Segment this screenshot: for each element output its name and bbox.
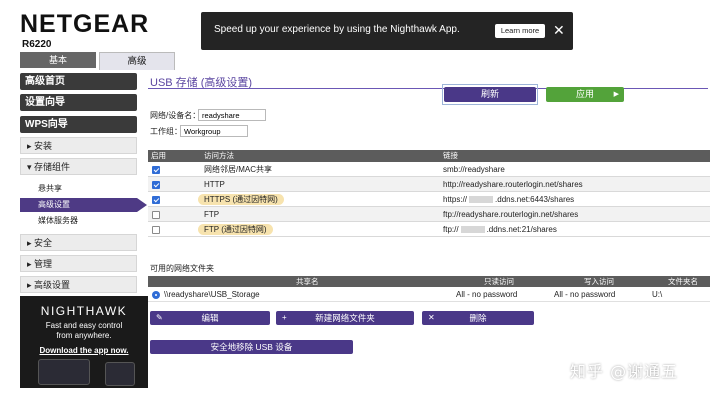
link-prefix: https:// [443, 195, 468, 204]
play-arrow-icon: ▶ [613, 91, 619, 98]
sidebar-section-storage[interactable]: ▾ 存储组件 [20, 158, 137, 175]
plus-icon: + [282, 313, 287, 322]
edit-button[interactable]: ✎ 编辑 [150, 311, 270, 325]
method-cell: HTTPS (通过因特网) [198, 192, 284, 207]
share-radio[interactable] [152, 291, 160, 299]
pencil-icon: ✎ [156, 313, 163, 322]
sidebar-item-advanced-settings[interactable]: 高级设置 [20, 198, 147, 212]
table-row: \\readyshare\USB_Storage All - no passwo… [148, 288, 710, 302]
apply-button[interactable]: 应用 ▶ [546, 87, 624, 102]
workgroup-label: 工作组： [150, 127, 182, 136]
col-write-access: 写入访问 [584, 277, 614, 286]
device-name-label: 网络/设备名： [150, 111, 201, 120]
new-folder-label: 新建网络文件夹 [315, 313, 375, 323]
learn-more-button[interactable]: Learn more [495, 24, 545, 38]
sidebar-section-setup[interactable]: ▸ 安装 [20, 137, 137, 154]
phone-image [38, 359, 90, 385]
enable-checkbox-https[interactable] [152, 196, 160, 204]
redacted-host [469, 196, 494, 204]
link-cell: ftp://readyshare.routerlogin.net/shares [443, 210, 579, 219]
link-cell: ftp:// .ddns.net:21/shares [443, 222, 557, 237]
sidebar-item-media-server[interactable]: 媒体服务器 [20, 214, 137, 228]
sidebar-item-label: 高级设置 [38, 200, 70, 209]
edit-label: 编辑 [201, 313, 219, 323]
col-access-method: 访问方法 [204, 151, 234, 160]
link-prefix: ftp:// [443, 225, 459, 234]
workgroup-input[interactable] [180, 125, 248, 137]
table-row: FTP ftp://readyshare.routerlogin.net/sha… [148, 207, 710, 222]
tab-basic[interactable]: 基本 [20, 52, 96, 68]
write-access-cell: All - no password [554, 290, 616, 299]
enable-checkbox-ftp-internet[interactable] [152, 226, 160, 234]
sidebar: 高级首页 设置向导 WPS向导 ▸ 安装 ▾ 存储组件 悬共享 高级设置 媒体服… [20, 70, 148, 388]
sidebar-item-setup-wizard[interactable]: 设置向导 [20, 94, 137, 111]
sidebar-section-security[interactable]: ▸ 安全 [20, 234, 137, 251]
enable-checkbox-http[interactable] [152, 181, 160, 189]
share-name-cell: \\readyshare\USB_Storage [164, 290, 260, 299]
new-network-folder-button[interactable]: + 新建网络文件夹 [276, 311, 414, 325]
col-folder-name: 文件夹名 [668, 277, 698, 286]
sidebar-item-ready-share[interactable]: 悬共享 [20, 182, 137, 196]
close-icon: ✕ [428, 313, 435, 322]
shares-title: 可用的网络文件夹 [150, 264, 214, 273]
main-content: USB 存储 (高级设置) 刷新 应用 ▶ 网络/设备名： 工作组： 启用 访问… [148, 70, 710, 388]
device-name-input[interactable] [198, 109, 266, 121]
table-row: HTTP http://readyshare.routerlogin.net/s… [148, 177, 710, 192]
shares-table-header: 共享名 只读访问 写入访问 文件夹名 [148, 276, 710, 287]
link-cell: smb://readyshare [443, 165, 505, 174]
promo-download-link[interactable]: Download the app now. [20, 346, 148, 355]
link-suffix: .ddns.net:6443/shares [495, 195, 575, 204]
method-cell: HTTP [204, 180, 225, 189]
sidebar-item-advanced-home[interactable]: 高级首页 [20, 73, 137, 90]
sidebar-section-advanced-setup[interactable]: ▸ 高级设置 [20, 276, 137, 293]
method-cell: FTP [204, 210, 220, 219]
promo-line1: Fast and easy control [45, 321, 123, 330]
method-highlight: FTP (通过因特网) [198, 224, 273, 235]
apply-label: 应用 [575, 89, 594, 99]
col-read-access: 只读访问 [484, 277, 514, 286]
enable-checkbox-ftp[interactable] [152, 211, 160, 219]
sidebar-item-wps-wizard[interactable]: WPS向导 [20, 116, 137, 133]
phone-image-2 [105, 362, 135, 386]
promo-title: NIGHTHAWK [40, 304, 128, 318]
link-suffix: .ddns.net:21/shares [486, 225, 557, 234]
title-divider [148, 88, 708, 89]
table-row: 网络邻居/MAC共享 smb://readyshare [148, 162, 710, 177]
netgear-logo: NETGEAR [20, 10, 150, 38]
method-cell: FTP (通过因特网) [198, 222, 273, 237]
enable-checkbox-smb[interactable] [152, 166, 160, 174]
banner-text: Speed up your experience by using the Ni… [214, 24, 460, 35]
table-row: HTTPS (通过因特网) https:// .ddns.net:6443/sha… [148, 192, 710, 207]
safe-remove-usb-button[interactable]: 安全地移除 USB 设备 [150, 340, 353, 354]
method-cell: 网络邻居/MAC共享 [204, 165, 272, 174]
tab-advanced[interactable]: 高级 [99, 52, 175, 70]
redacted-host [460, 226, 485, 234]
refresh-button[interactable]: 刷新 [444, 87, 536, 102]
table-row: FTP (通过因特网) ftp:// .ddns.net:21/shares [148, 222, 710, 237]
close-icon[interactable]: ✕ [553, 21, 565, 39]
link-cell: https:// .ddns.net:6443/shares [443, 192, 574, 207]
zhihu-watermark: 知乎 @谢通五 [570, 362, 679, 381]
link-cell: http://readyshare.routerlogin.net/shares [443, 180, 583, 189]
method-highlight: HTTPS (通过因特网) [198, 194, 284, 205]
delete-button[interactable]: ✕ 删除 [422, 311, 534, 325]
col-enable: 启用 [151, 151, 166, 160]
model-name: R6220 [22, 39, 52, 50]
read-access-cell: All - no password [456, 290, 518, 299]
footer-strip [148, 382, 720, 397]
delete-label: 删除 [469, 313, 487, 323]
app-promo-banner: Speed up your experience by using the Ni… [201, 12, 573, 50]
active-arrow-icon [137, 198, 147, 212]
promo-line2: from anywhere. [56, 331, 112, 340]
nighthawk-promo: NIGHTHAWK Fast and easy control from any… [20, 296, 148, 388]
access-table-header: 启用 访问方法 链接 [148, 150, 710, 162]
col-share-name: 共享名 [296, 277, 319, 286]
col-link: 链接 [443, 151, 458, 160]
folder-name-cell: U:\ [652, 290, 663, 299]
sidebar-section-admin[interactable]: ▸ 管理 [20, 255, 137, 272]
